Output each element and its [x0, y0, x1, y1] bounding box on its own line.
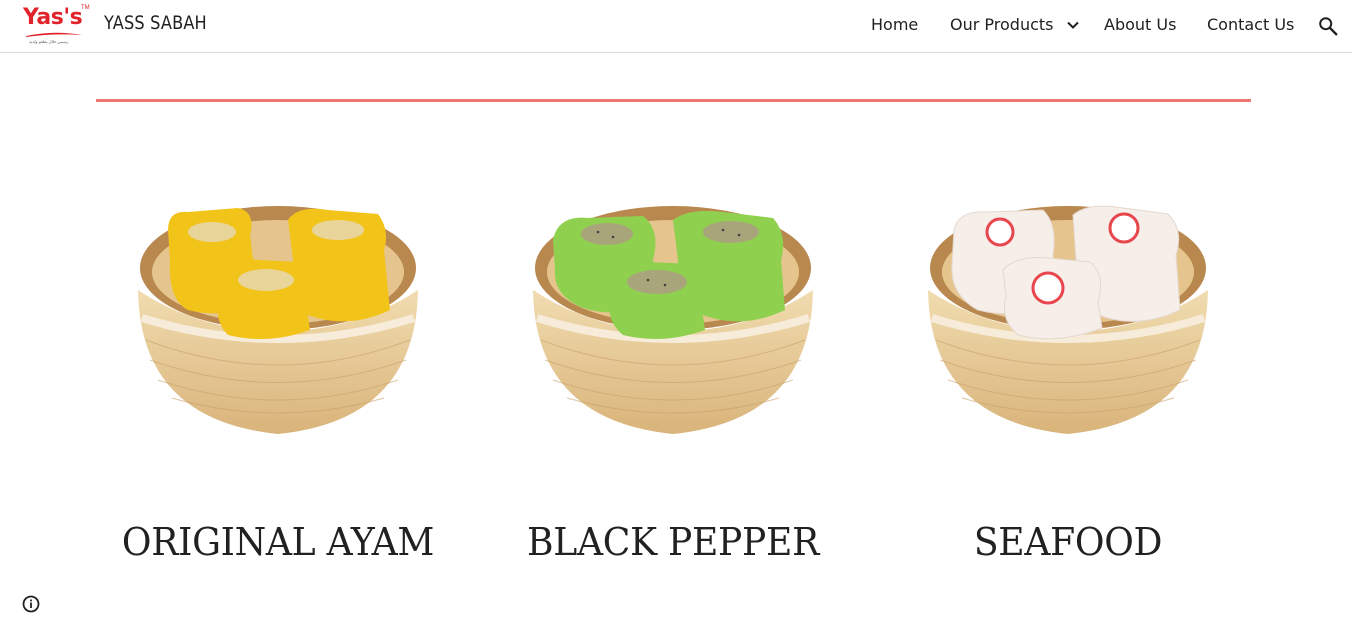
logo-tagline: رسمي حلال بطعم ولذيذ: [29, 39, 69, 44]
section-divider: [96, 99, 1251, 102]
brand-logo[interactable]: Yas's TM رسمي حلال بطعم ولذيذ: [23, 5, 90, 47]
product-card-seafood: SEAFOOD: [918, 190, 1218, 590]
logo-wordmark: Yas's: [23, 5, 83, 30]
chevron-down-icon[interactable]: [1065, 17, 1081, 33]
green-siomay-steamer-image: [533, 206, 813, 434]
logo-trademark: TM: [81, 5, 90, 11]
white-siomay-steamer-image: [928, 205, 1208, 434]
nav-about-us[interactable]: About Us: [1104, 15, 1176, 35]
product-name: BLACK PEPPER: [527, 520, 819, 564]
info-icon[interactable]: [21, 594, 41, 614]
nav-contact-us[interactable]: Contact Us: [1207, 15, 1294, 35]
yellow-siomay-steamer-image: [138, 206, 418, 434]
site-title[interactable]: YASS SABAH: [104, 12, 207, 34]
product-name: ORIGINAL AYAM: [121, 520, 435, 564]
product-name: SEAFOOD: [973, 520, 1163, 564]
site-header: Yas's TM رسمي حلال بطعم ولذيذ YASS SABAH…: [0, 0, 1352, 53]
nav-home[interactable]: Home: [871, 15, 918, 35]
nav-our-products[interactable]: Our Products: [950, 15, 1053, 35]
product-card-original-ayam: ORIGINAL AYAM: [122, 190, 434, 590]
product-card-black-pepper: BLACK PEPPER: [523, 190, 823, 590]
logo-swoosh: [26, 32, 82, 37]
search-icon[interactable]: [1317, 15, 1339, 37]
